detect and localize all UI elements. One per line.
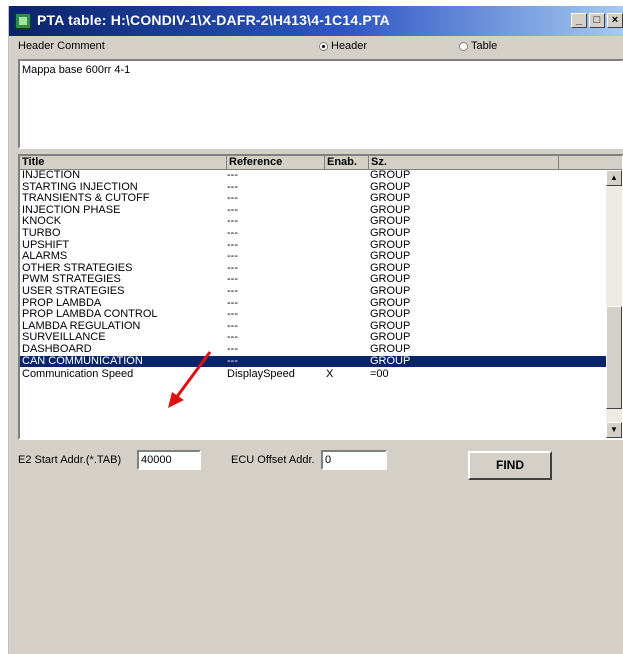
table-row[interactable]: CAN COMMUNICATION --- GROUP: [20, 354, 610, 368]
row-size: GROUP: [370, 284, 411, 297]
table-row[interactable]: ALARMS --- GROUP: [20, 251, 610, 263]
row-reference: ---: [227, 284, 238, 297]
column-sz[interactable]: Sz.: [369, 156, 559, 169]
list-header: Title Reference Enab. Sz.: [20, 156, 622, 170]
e2-start-addr-label: E2 Start Addr.(*.TAB): [18, 454, 122, 466]
row-size: GROUP: [370, 342, 411, 355]
find-button[interactable]: FIND: [468, 451, 552, 480]
scroll-down-icon: ▼: [610, 425, 618, 434]
scroll-thumb[interactable]: [606, 306, 622, 409]
ecu-offset-addr-input[interactable]: 0: [321, 450, 387, 470]
scroll-down-button[interactable]: ▼: [606, 422, 622, 438]
row-title: Communication Speed: [22, 368, 134, 381]
table-row[interactable]: SURVEILLANCE --- GROUP: [20, 332, 610, 344]
row-title: DASHBOARD: [22, 342, 92, 355]
row-title: CAN COMMUNICATION: [22, 354, 143, 367]
scroll-up-button[interactable]: ▲: [606, 170, 622, 186]
column-reference[interactable]: Reference: [227, 156, 325, 169]
row-reference: ---: [227, 250, 238, 263]
scroll-up-icon: ▲: [610, 173, 618, 182]
row-enab: X: [326, 368, 334, 381]
ecu-offset-addr-label: ECU Offset Addr.: [231, 454, 315, 466]
column-enab[interactable]: Enab.: [325, 156, 369, 169]
table-row[interactable]: Communication Speed DisplaySpeed X =00: [20, 367, 610, 381]
table-row[interactable]: DASHBOARD --- GROUP: [20, 342, 610, 356]
row-reference: ---: [227, 169, 238, 181]
table-row[interactable]: TURBO --- GROUP: [20, 226, 610, 240]
radio-header-label[interactable]: Header: [331, 40, 367, 52]
pta-table-list[interactable]: Title Reference Enab. Sz. INJECTION --- GR…: [18, 154, 623, 440]
row-size: GROUP: [370, 354, 411, 367]
row-reference: ---: [227, 308, 238, 321]
maximize-button[interactable]: □: [589, 13, 605, 28]
close-button[interactable]: ×: [607, 13, 623, 28]
row-size: GROUP: [370, 169, 411, 181]
pta-table-window: PTA table: H:\CONDIV-1\X-DAFR-2\H413\4-1…: [8, 6, 623, 654]
table-row[interactable]: INJECTION PHASE --- GROUP: [20, 204, 610, 217]
radio-header[interactable]: [319, 42, 328, 51]
header-comment-text: Mappa base 600rr 4-1: [22, 64, 131, 76]
table-rows: INJECTION --- GROUP STARTING INJECTION --- GR…: [20, 169, 610, 381]
row-size: GROUP: [370, 308, 411, 321]
minimize-button[interactable]: _: [571, 13, 587, 28]
row-title: USER STRATEGIES: [22, 284, 125, 297]
title-bar[interactable]: PTA table: H:\CONDIV-1\X-DAFR-2\H413\4-1…: [9, 6, 623, 36]
header-comment-label: Header Comment: [18, 40, 105, 52]
row-reference: ---: [227, 342, 238, 355]
app-icon: [15, 13, 31, 29]
radio-table-label[interactable]: Table: [471, 40, 497, 52]
column-title[interactable]: Title: [20, 156, 227, 169]
row-size: =00: [370, 368, 389, 381]
table-row[interactable]: USER STRATEGIES --- GROUP: [20, 284, 610, 298]
row-title: INJECTION: [22, 169, 81, 181]
row-size: GROUP: [370, 250, 411, 263]
row-title: TURBO: [22, 226, 61, 239]
row-reference: ---: [227, 354, 238, 367]
row-title: PROP LAMBDA CONTROL: [22, 308, 158, 321]
window-title: PTA table: H:\CONDIV-1\X-DAFR-2\H413\4-1…: [37, 12, 390, 28]
table-row[interactable]: INJECTION --- GROUP: [20, 169, 610, 182]
e2-start-addr-input[interactable]: 40000: [137, 450, 201, 470]
row-reference: DisplaySpeed: [227, 368, 295, 381]
table-row[interactable]: PROP LAMBDA CONTROL --- GROUP: [20, 309, 610, 321]
row-title: ALARMS: [22, 250, 68, 263]
vertical-scrollbar[interactable]: ▲ ▼: [606, 170, 622, 438]
table-row[interactable]: LAMBDA REGULATION --- GROUP: [20, 320, 610, 333]
row-size: GROUP: [370, 226, 411, 239]
table-row[interactable]: UPSHIFT --- GROUP: [20, 239, 610, 252]
radio-table[interactable]: [459, 42, 468, 51]
header-comment-textarea[interactable]: Mappa base 600rr 4-1: [18, 59, 623, 149]
row-reference: ---: [227, 226, 238, 239]
table-row[interactable]: KNOCK --- GROUP: [20, 216, 610, 228]
